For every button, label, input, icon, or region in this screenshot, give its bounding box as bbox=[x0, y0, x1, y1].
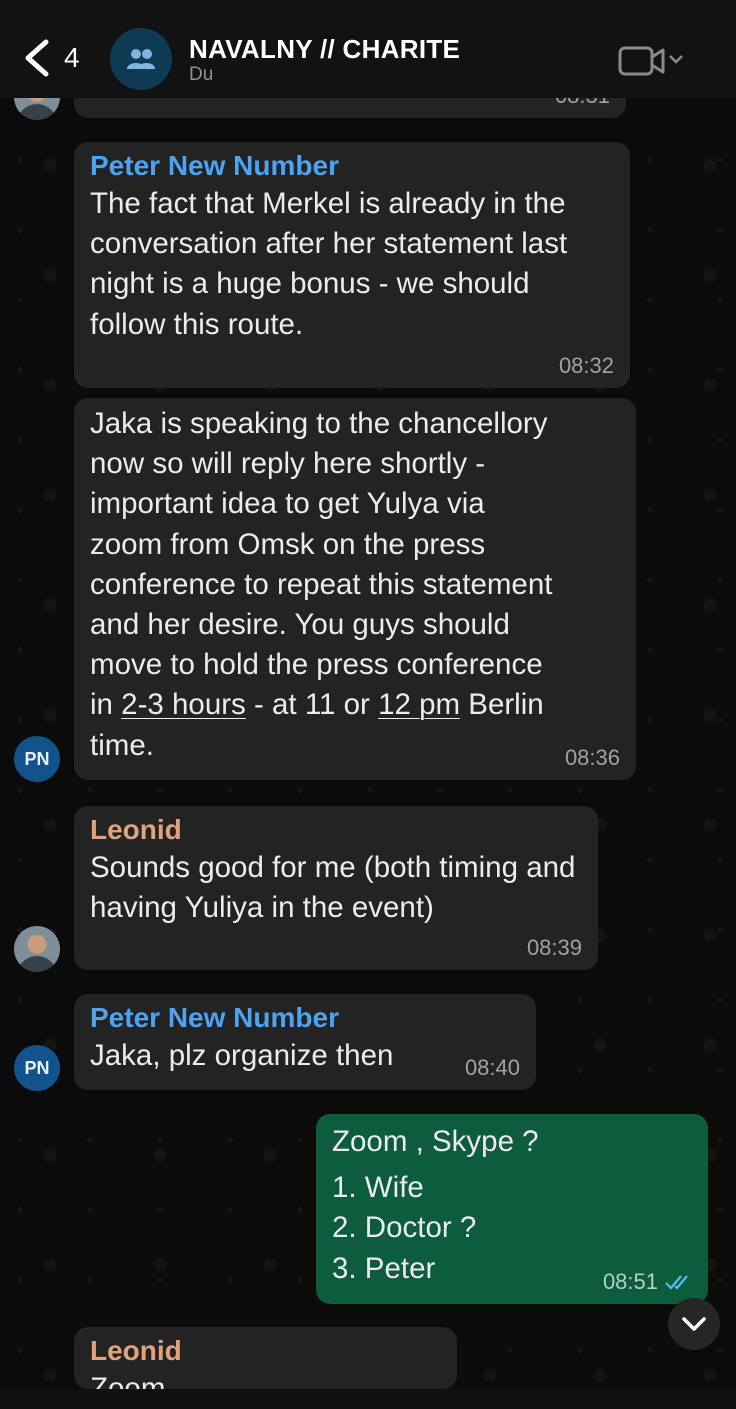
sender-name[interactable]: Peter New Number bbox=[90, 1002, 518, 1034]
message-bubble[interactable]: Leonid Zoom bbox=[74, 1327, 457, 1389]
text-line: Jaka is speaking to the chancellory bbox=[90, 407, 548, 440]
date-link[interactable]: 2-3 hours bbox=[121, 688, 246, 721]
text-line: and her desire. You guys should bbox=[90, 608, 510, 642]
group-icon bbox=[127, 49, 155, 69]
read-receipt-icon bbox=[665, 1275, 688, 1290]
message-bubble[interactable]: Leonid Sounds good for me (both timing a… bbox=[74, 806, 598, 970]
text-line: in 2-3 hours - at 11 or 12 pm Berlin bbox=[90, 685, 618, 725]
message-text: Zoom , Skype ? 1. Wife 2. Doctor ? 3. Pe… bbox=[332, 1122, 690, 1289]
text-line: time. bbox=[90, 728, 154, 762]
date-link[interactable]: 12 pm bbox=[378, 688, 460, 721]
peter-avatar[interactable]: PN bbox=[14, 1045, 60, 1091]
video-call-icon[interactable] bbox=[617, 42, 687, 82]
text-fragment: Berlin bbox=[460, 688, 544, 722]
message-text: Sounds good for me (both timing and havi… bbox=[90, 851, 576, 925]
input-bar-edge bbox=[0, 1389, 736, 1409]
text-line: 2. Doctor ? bbox=[332, 1211, 477, 1245]
text-fragment: - at 11 or bbox=[245, 688, 379, 722]
text-line: 1. Wife bbox=[332, 1171, 424, 1205]
outgoing-message-bubble[interactable]: Zoom , Skype ? 1. Wife 2. Doctor ? 3. Pe… bbox=[316, 1114, 708, 1304]
message-time: 08:36 bbox=[564, 745, 620, 770]
group-avatar[interactable] bbox=[110, 28, 172, 90]
message-time: 08:40 bbox=[464, 1055, 520, 1080]
text-fragment: in bbox=[90, 688, 122, 722]
message-time: 08:39 bbox=[526, 935, 582, 960]
message-time: 08:51 bbox=[603, 1269, 694, 1295]
chat-title[interactable]: NAVALNY // CHARITE bbox=[189, 34, 460, 65]
message-text: Jaka, plz organize then bbox=[90, 1039, 394, 1072]
message-time-value: 08:51 bbox=[602, 1269, 658, 1294]
back-chevron-icon[interactable] bbox=[22, 38, 62, 78]
sender-name[interactable]: Leonid bbox=[90, 814, 580, 846]
sender-name[interactable]: Peter New Number bbox=[90, 150, 612, 182]
text-line: important idea to get Yulya via bbox=[90, 487, 485, 521]
message-bubble[interactable]: Peter New Number Jaka, plz organize then… bbox=[74, 994, 536, 1090]
text-line: move to hold the press conference bbox=[90, 648, 543, 682]
message-bubble[interactable]: Jaka is speaking to the chancellory now … bbox=[74, 398, 636, 780]
chat-subtitle: Du bbox=[189, 64, 214, 85]
chevron-down-icon bbox=[682, 1317, 706, 1331]
message-text: Zoom bbox=[90, 1372, 166, 1389]
text-line: conference to repeat this statement bbox=[90, 567, 553, 601]
text-line: now so will reply here shortly - bbox=[90, 447, 486, 481]
leonid-avatar[interactable] bbox=[14, 926, 60, 972]
back-unread-count[interactable]: 4 bbox=[64, 42, 80, 74]
message-text: Jaka is speaking to the chancellory now … bbox=[90, 404, 618, 766]
chat-header: 4 NAVALNY // CHARITE Du bbox=[0, 0, 736, 98]
peter-avatar[interactable]: PN bbox=[14, 736, 60, 782]
message-text: The fact that Merkel is already in the c… bbox=[90, 187, 568, 341]
text-line: Zoom , Skype ? bbox=[332, 1125, 539, 1158]
text-line: zoom from Omsk on the press bbox=[90, 527, 486, 561]
scroll-to-bottom-button[interactable] bbox=[668, 1298, 720, 1350]
message-bubble[interactable]: Peter New Number The fact that Merkel is… bbox=[74, 142, 630, 388]
sender-name[interactable]: Leonid bbox=[90, 1335, 439, 1367]
message-time: 08:32 bbox=[558, 353, 614, 378]
